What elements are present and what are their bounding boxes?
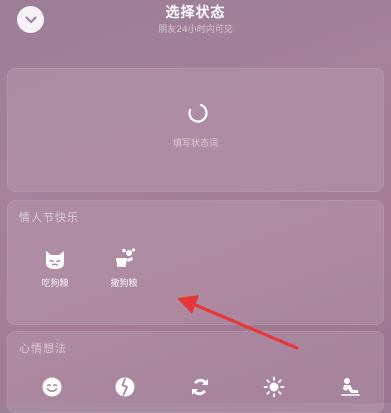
page-title: 选择状态 [165,5,226,21]
status-input-placeholder: 填写状态词 [172,139,218,149]
status-item-toss-dogfood[interactable]: 撒狗粮 [101,241,147,297]
mood-section: 心情想法 [7,331,384,413]
cat-face-icon [46,251,64,269]
sun-icon[interactable] [263,376,285,398]
toss-dogfood-icon [116,248,136,267]
section-title-mood: 心情想法 [19,342,67,355]
smiley-icon[interactable] [41,376,63,398]
status-item-label: 吃狗粮 [41,279,69,289]
page-subtitle: 朋友24小时内可见 [158,25,233,35]
relaxing-icon[interactable] [339,376,361,398]
status-input-card[interactable]: 填写状态词 [7,68,384,192]
section-title-valentine: 情人节快乐 [19,211,79,224]
status-item-eat-dogfood[interactable]: 吃狗粮 [32,241,78,297]
refresh-icon[interactable] [187,102,209,124]
anxious-icon[interactable] [114,376,136,398]
swirl-icon[interactable] [189,376,211,398]
valentine-section: 情人节快乐 吃狗粮 撒狗粮 [7,200,384,325]
header: 选择状态 朋友24小时内可见 [0,0,391,52]
status-item-label: 撒狗粮 [110,279,138,289]
